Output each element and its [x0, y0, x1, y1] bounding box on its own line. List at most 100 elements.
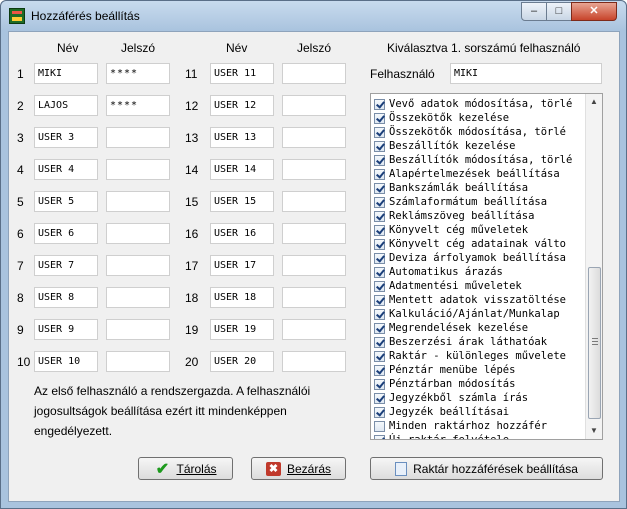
permission-item[interactable]: Összekötők módosítása, törlé [371, 125, 602, 139]
user-name-field[interactable]: USER 20 [210, 351, 274, 372]
maximize-button[interactable]: □ [546, 2, 572, 21]
permission-checkbox[interactable] [374, 168, 385, 180]
permission-checkbox[interactable] [374, 420, 385, 432]
permission-item[interactable]: Jegyzék beállításai [371, 405, 602, 419]
scroll-thumb[interactable] [588, 267, 601, 419]
permission-item[interactable]: Számlaformátum beállítása [371, 195, 602, 209]
permission-item[interactable]: Jegyzékből számla írás [371, 391, 602, 405]
permission-checkbox[interactable] [374, 112, 385, 124]
user-name-field[interactable]: USER 9 [34, 319, 98, 340]
user-name-field[interactable]: USER 17 [210, 255, 274, 276]
permission-checkbox[interactable] [374, 308, 385, 320]
permission-checkbox[interactable] [374, 252, 385, 264]
permission-checkbox[interactable] [374, 350, 385, 362]
permission-item[interactable]: Reklámszöveg beállítása [371, 209, 602, 223]
permission-checkbox[interactable] [374, 266, 385, 278]
close-button[interactable]: ✖ Bezárás [251, 457, 346, 480]
scroll-down-icon[interactable]: ▼ [586, 423, 602, 439]
permission-item[interactable]: Új raktár felvétele [371, 433, 602, 439]
user-password-field[interactable] [106, 159, 170, 180]
permission-item[interactable]: Vevő adatok módosítása, törlé [371, 97, 602, 111]
minimize-button[interactable]: – [521, 2, 547, 21]
permission-checkbox[interactable] [374, 210, 385, 222]
permission-checkbox[interactable] [374, 336, 385, 348]
user-name-field[interactable]: USER 6 [34, 223, 98, 244]
user-password-field[interactable] [282, 351, 346, 372]
permission-item[interactable]: Beszerzési árak láthatóak [371, 335, 602, 349]
close-window-button[interactable]: ✕ [571, 2, 617, 21]
permission-checkbox[interactable] [374, 378, 385, 390]
permission-item[interactable]: Bankszámlák beállítása [371, 181, 602, 195]
user-password-field[interactable] [282, 63, 346, 84]
user-password-field[interactable] [282, 191, 346, 212]
user-password-field[interactable] [282, 95, 346, 116]
user-password-field[interactable] [106, 223, 170, 244]
user-password-field[interactable] [106, 255, 170, 276]
save-button[interactable]: ✔ Tárolás [138, 457, 233, 480]
user-name-field[interactable]: USER 8 [34, 287, 98, 308]
permission-checkbox[interactable] [374, 364, 385, 376]
user-name-field[interactable]: USER 15 [210, 191, 274, 212]
permission-checkbox[interactable] [374, 322, 385, 334]
permission-item[interactable]: Adatmentési műveletek [371, 279, 602, 293]
permission-checkbox[interactable] [374, 406, 385, 418]
permissions-list[interactable]: Vevő adatok módosítása, törlé Összekötők … [370, 93, 603, 440]
user-name-field[interactable]: USER 18 [210, 287, 274, 308]
permission-item[interactable]: Beszállítók kezelése [371, 139, 602, 153]
user-name-field[interactable]: USER 19 [210, 319, 274, 340]
user-password-field[interactable] [106, 319, 170, 340]
user-name-field[interactable]: USER 10 [34, 351, 98, 372]
permission-checkbox[interactable] [374, 238, 385, 250]
user-name-field[interactable]: USER 5 [34, 191, 98, 212]
permission-item[interactable]: Könyvelt cég műveletek [371, 223, 602, 237]
user-password-field[interactable] [282, 159, 346, 180]
user-name-field[interactable]: USER 12 [210, 95, 274, 116]
permission-item[interactable]: Pénztár menübe lépés [371, 363, 602, 377]
permission-checkbox[interactable] [374, 294, 385, 306]
permission-checkbox[interactable] [374, 140, 385, 152]
permission-checkbox[interactable] [374, 392, 385, 404]
user-password-field[interactable] [106, 351, 170, 372]
permission-item[interactable]: Mentett adatok visszatöltése [371, 293, 602, 307]
user-password-field[interactable] [282, 287, 346, 308]
user-password-field[interactable] [282, 319, 346, 340]
selected-user-field[interactable]: MIKI [450, 63, 602, 84]
user-password-field[interactable] [106, 127, 170, 148]
user-name-field[interactable]: USER 7 [34, 255, 98, 276]
permission-item[interactable]: Összekötők kezelése [371, 111, 602, 125]
user-password-field[interactable] [282, 127, 346, 148]
permission-item[interactable]: Alapértelmezések beállítása [371, 167, 602, 181]
user-name-field[interactable]: USER 4 [34, 159, 98, 180]
user-password-field[interactable]: **** [106, 63, 170, 84]
user-password-field[interactable] [106, 287, 170, 308]
user-name-field[interactable]: USER 13 [210, 127, 274, 148]
permission-checkbox[interactable] [374, 126, 385, 138]
user-password-field[interactable] [106, 191, 170, 212]
permission-item[interactable]: Könyvelt cég adatainak válto [371, 237, 602, 251]
user-name-field[interactable]: USER 14 [210, 159, 274, 180]
permission-item[interactable]: Pénztárban módosítás [371, 377, 602, 391]
permission-checkbox[interactable] [374, 434, 385, 439]
permission-checkbox[interactable] [374, 224, 385, 236]
permission-checkbox[interactable] [374, 196, 385, 208]
permission-item[interactable]: Kalkuláció/Ajánlat/Munkalap [371, 307, 602, 321]
user-name-field[interactable]: USER 3 [34, 127, 98, 148]
user-name-field[interactable]: LAJOS [34, 95, 98, 116]
user-password-field[interactable]: **** [106, 95, 170, 116]
permission-checkbox[interactable] [374, 154, 385, 166]
permissions-scrollbar[interactable]: ▲ ▼ [585, 94, 602, 439]
user-name-field[interactable]: USER 11 [210, 63, 274, 84]
permission-checkbox[interactable] [374, 280, 385, 292]
user-name-field[interactable]: USER 16 [210, 223, 274, 244]
user-password-field[interactable] [282, 255, 346, 276]
permission-item[interactable]: Raktár - különleges művelete [371, 349, 602, 363]
permission-checkbox[interactable] [374, 98, 385, 110]
permission-item[interactable]: Beszállítók módosítása, törlé [371, 153, 602, 167]
user-password-field[interactable] [282, 223, 346, 244]
permission-item[interactable]: Megrendelések kezelése [371, 321, 602, 335]
permission-item[interactable]: Minden raktárhoz hozzáfér [371, 419, 602, 433]
title-bar[interactable]: Hozzáférés beállítás – □ ✕ [1, 1, 626, 31]
permission-item[interactable]: Deviza árfolyamok beállítása [371, 251, 602, 265]
user-name-field[interactable]: MIKI [34, 63, 98, 84]
permission-item[interactable]: Automatikus árazás [371, 265, 602, 279]
